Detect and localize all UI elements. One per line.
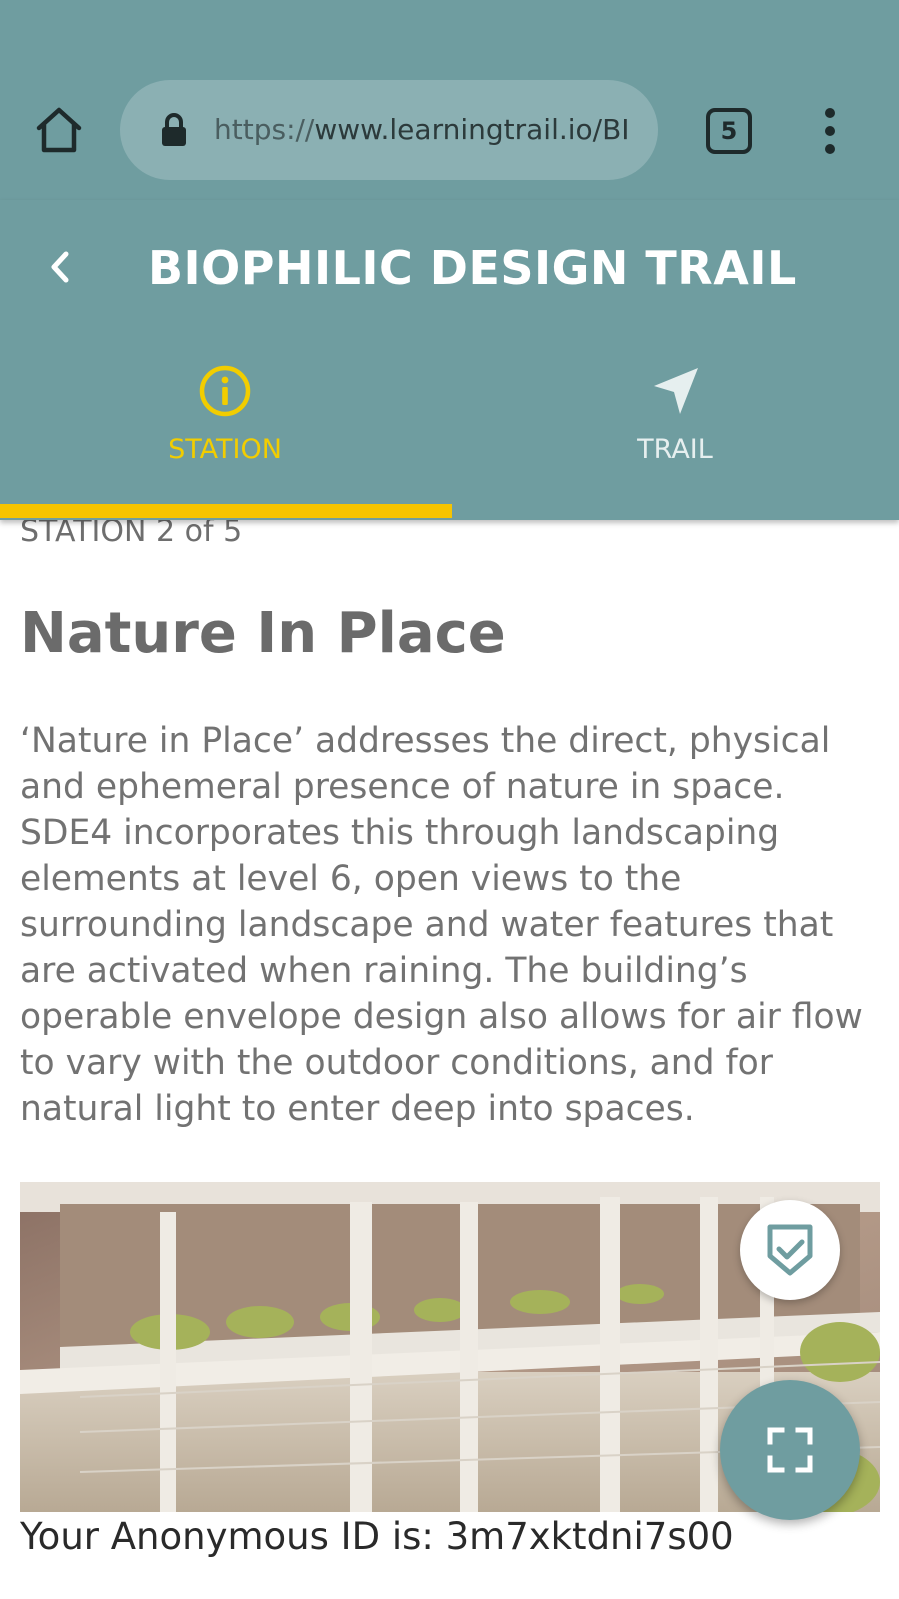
address-bar[interactable]: https://www.learningtrail.io/BI xyxy=(120,80,658,180)
navigation-arrow-icon xyxy=(648,364,702,418)
tab-trail[interactable]: TRAIL xyxy=(450,350,899,510)
station-title: Nature In Place xyxy=(20,601,506,666)
url-host: www.learningtrail.io/BI xyxy=(314,113,630,146)
tab-station[interactable]: STATION xyxy=(0,350,450,510)
lock-icon xyxy=(160,113,188,147)
fullscreen-button[interactable] xyxy=(720,1380,860,1520)
check-in-button[interactable] xyxy=(740,1200,840,1300)
tab-station-label: STATION xyxy=(168,434,282,465)
shield-check-icon xyxy=(767,1224,813,1276)
fullscreen-icon xyxy=(767,1427,813,1473)
tab-trail-label: TRAIL xyxy=(637,434,713,465)
station-description: ‘Nature in Place’ addresses the direct, … xyxy=(20,721,863,1129)
info-icon xyxy=(198,364,252,418)
active-tab-indicator xyxy=(0,504,452,518)
chevron-left-icon[interactable] xyxy=(42,246,80,288)
page-title: BIOPHILIC DESIGN TRAIL xyxy=(148,241,797,295)
browser-toolbar: https://www.learningtrail.io/BI 5 xyxy=(0,0,899,200)
url-scheme: https:// xyxy=(214,113,315,146)
tab-switcher-button[interactable]: 5 xyxy=(706,108,752,154)
app-header: BIOPHILIC DESIGN TRAIL STATION TRAIL xyxy=(0,200,899,520)
home-icon[interactable] xyxy=(34,106,84,154)
url-text: https://www.learningtrail.io/BI xyxy=(214,110,634,150)
more-vert-icon[interactable] xyxy=(815,106,845,156)
anonymous-id: Your Anonymous ID is: 3m7xktdni7s00 xyxy=(20,1515,734,1558)
